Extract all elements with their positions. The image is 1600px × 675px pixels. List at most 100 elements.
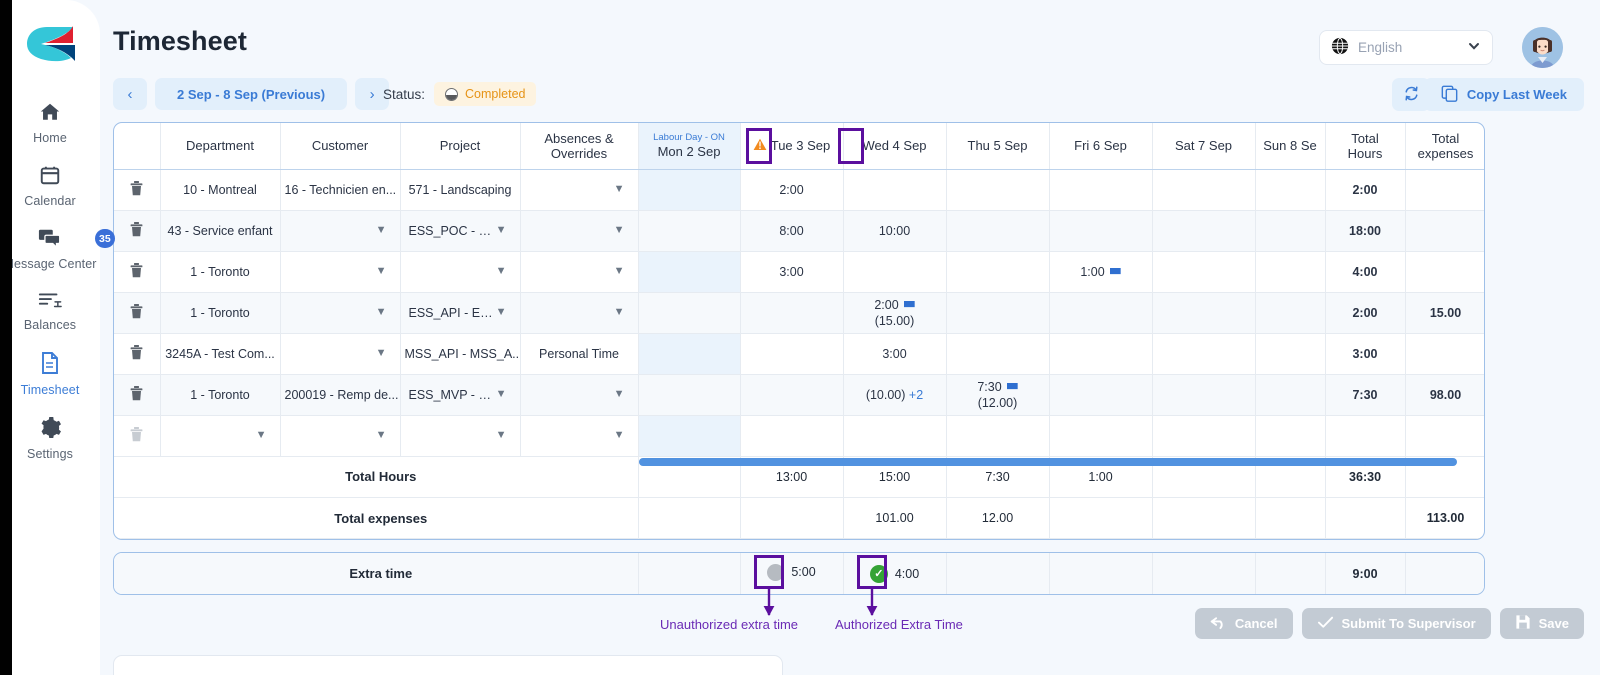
cell-thu[interactable]	[946, 251, 1050, 293]
save-button[interactable]: Save	[1499, 608, 1584, 639]
cell-sat[interactable]	[1152, 333, 1256, 375]
cell-absences[interactable]: ▼	[520, 415, 639, 457]
cell-fri[interactable]	[1049, 210, 1153, 252]
cell-mon[interactable]	[638, 169, 741, 211]
cell-fri[interactable]	[1049, 169, 1153, 211]
cell-project[interactable]: MSS_API - MSS_A...	[400, 333, 521, 375]
cell-project[interactable]: ESS_MVP - ESS_...▼	[400, 374, 521, 416]
cell-customer[interactable]: 16 - Technicien en...	[280, 169, 401, 211]
header-absences-overrides[interactable]: Absences & Overrides	[520, 123, 639, 170]
cell-thu[interactable]	[946, 210, 1050, 252]
cell-sun[interactable]	[1255, 210, 1326, 252]
cell-thu[interactable]: 7:30 (12.00)	[946, 374, 1050, 416]
cell-thu[interactable]	[946, 415, 1050, 457]
header-department[interactable]: Department	[160, 123, 281, 170]
cell-sat[interactable]	[1152, 251, 1256, 293]
cell-absences[interactable]: ▼	[520, 251, 639, 293]
cell-sun[interactable]	[1255, 374, 1326, 416]
cell-department[interactable]: ▼	[160, 415, 281, 457]
cell-absences[interactable]: ▼	[520, 292, 639, 334]
cell-department[interactable]: 3245A - Test Com...	[160, 333, 281, 375]
cell-wed[interactable]: (10.00) +2	[843, 374, 947, 416]
cell-mon[interactable]	[638, 210, 741, 252]
cell-department[interactable]: 43 - Service enfant	[160, 210, 281, 252]
sidebar-item-balances[interactable]: Balances	[0, 281, 100, 342]
cell-wed[interactable]: 2:00 (15.00)	[843, 292, 947, 334]
cell-sat[interactable]	[1152, 292, 1256, 334]
cell-sun[interactable]	[1255, 251, 1326, 293]
cell-wed[interactable]: 10:00	[843, 210, 947, 252]
cell-tue[interactable]: 8:00	[740, 210, 844, 252]
sidebar-item-calendar[interactable]: Calendar	[0, 155, 100, 218]
cell-sat[interactable]	[1152, 374, 1256, 416]
cell-thu[interactable]	[946, 169, 1050, 211]
cell-fri[interactable]	[1049, 333, 1153, 375]
cell-customer[interactable]: ▼	[280, 415, 401, 457]
cell-sun[interactable]	[1255, 292, 1326, 334]
cell-fri[interactable]: 1:00	[1049, 251, 1153, 293]
cell-department[interactable]: 1 - Toronto	[160, 374, 281, 416]
sidebar-item-message-center[interactable]: 35 Message Center	[0, 218, 115, 281]
extra-wed[interactable]: ✓ 4:00	[843, 553, 947, 594]
cell-fri[interactable]	[1049, 415, 1153, 457]
sidebar-item-timesheet[interactable]: Timesheet	[0, 342, 100, 407]
cell-project[interactable]: ESS_POC - ESS_P...▼	[400, 210, 521, 252]
cell-absences[interactable]: Personal Time	[520, 333, 639, 375]
header-project[interactable]: Project	[400, 123, 521, 170]
submit-to-supervisor-button[interactable]: Submit To Supervisor	[1301, 608, 1491, 639]
cell-thu[interactable]	[946, 292, 1050, 334]
cell-thu[interactable]	[946, 333, 1050, 375]
cell-mon[interactable]	[638, 292, 741, 334]
cell-wed[interactable]	[843, 169, 947, 211]
avatar[interactable]	[1522, 27, 1563, 68]
cell-mon[interactable]	[638, 333, 741, 375]
cell-sat[interactable]	[1152, 415, 1256, 457]
delete-row-button[interactable]	[114, 169, 161, 211]
cell-customer[interactable]: ▼	[280, 210, 401, 252]
previous-week-button[interactable]: ‹	[113, 78, 147, 110]
header-day-sun[interactable]: Sun 8 Se	[1255, 123, 1326, 170]
sidebar-item-settings[interactable]: Settings	[0, 407, 100, 471]
cell-mon[interactable]	[638, 415, 741, 457]
cell-tue[interactable]: 2:00	[740, 169, 844, 211]
cell-sun[interactable]	[1255, 415, 1326, 457]
cell-customer[interactable]: ▼	[280, 292, 401, 334]
cell-project[interactable]: ESS_API - ESS_AP...▼	[400, 292, 521, 334]
header-day-wed[interactable]: Wed 4 Sep	[843, 123, 947, 170]
cell-tue[interactable]: 3:00	[740, 251, 844, 293]
header-day-sat[interactable]: Sat 7 Sep	[1152, 123, 1256, 170]
cell-sat[interactable]	[1152, 169, 1256, 211]
copy-last-week-button[interactable]: Copy Last Week	[1423, 78, 1584, 111]
cell-project[interactable]: ▼	[400, 415, 521, 457]
cell-fri[interactable]	[1049, 374, 1153, 416]
cell-fri[interactable]	[1049, 292, 1153, 334]
cell-sun[interactable]	[1255, 333, 1326, 375]
cell-tue[interactable]	[740, 292, 844, 334]
cell-absences[interactable]: ▼	[520, 210, 639, 252]
cell-tue[interactable]	[740, 333, 844, 375]
cell-department[interactable]: 1 - Toronto	[160, 251, 281, 293]
extra-tue[interactable]: 5:00	[740, 553, 844, 594]
delete-row-button[interactable]	[114, 210, 161, 252]
cell-customer[interactable]: ▼	[280, 251, 401, 293]
delete-row-button[interactable]	[114, 292, 161, 334]
more-entries-link[interactable]: +2	[909, 388, 923, 402]
delete-row-button[interactable]	[114, 333, 161, 375]
cell-project[interactable]: ▼	[400, 251, 521, 293]
cancel-button[interactable]: Cancel	[1194, 608, 1293, 639]
cell-mon[interactable]	[638, 251, 741, 293]
cell-project[interactable]: 571 - Landscaping	[400, 169, 521, 211]
cell-department[interactable]: 10 - Montreal	[160, 169, 281, 211]
cell-sun[interactable]	[1255, 169, 1326, 211]
cell-absences[interactable]: ▼	[520, 169, 639, 211]
cell-customer[interactable]: ▼	[280, 333, 401, 375]
delete-row-button[interactable]	[114, 251, 161, 293]
cell-customer[interactable]: 200019 - Remp de...	[280, 374, 401, 416]
cell-department[interactable]: 1 - Toronto	[160, 292, 281, 334]
week-range-label[interactable]: 2 Sep - 8 Sep (Previous)	[155, 78, 348, 110]
cell-mon[interactable]	[638, 374, 741, 416]
header-day-fri[interactable]: Fri 6 Sep	[1049, 123, 1153, 170]
cell-wed[interactable]	[843, 415, 947, 457]
delete-row-button[interactable]	[114, 415, 161, 457]
header-customer[interactable]: Customer	[280, 123, 401, 170]
